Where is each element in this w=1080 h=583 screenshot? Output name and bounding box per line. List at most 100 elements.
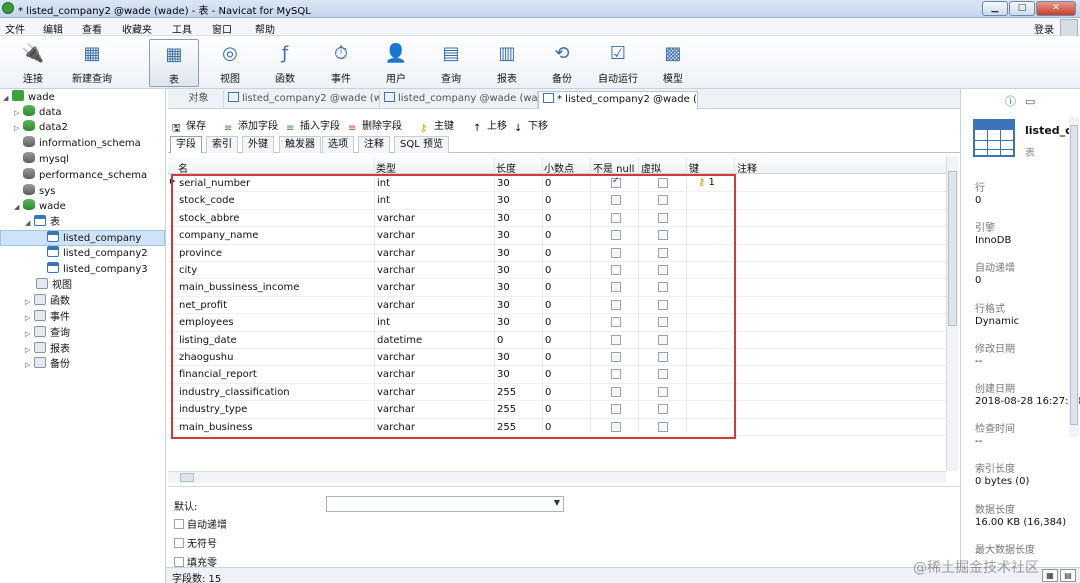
menu-window[interactable]: 窗口 — [212, 21, 232, 36]
subtab-comments[interactable]: 注释 — [358, 136, 390, 153]
tree-table-listed-company2[interactable]: listed_company2 — [47, 246, 148, 262]
grid-vertical-scrollbar[interactable] — [946, 157, 958, 471]
menu-view[interactable]: 查看 — [82, 21, 102, 36]
tree-db-wade[interactable]: ◢ wade — [14, 199, 66, 215]
toolbar-backup-button[interactable]: ⟲ 备份 — [537, 39, 587, 87]
minimize-button[interactable]: ▁ — [982, 1, 1008, 16]
toolbar-model-button[interactable]: ▩ 模型 — [648, 39, 698, 87]
collapse-arrow-icon[interactable]: ▷ — [25, 342, 34, 358]
tree-backups[interactable]: ▷ 备份 — [25, 357, 70, 373]
col-header-name[interactable]: 名 — [178, 160, 188, 175]
menu-tools[interactable]: 工具 — [172, 21, 192, 36]
close-button[interactable]: ✕ — [1036, 1, 1076, 16]
expand-arrow-icon[interactable]: ◢ — [14, 199, 23, 215]
subtab-foreign-keys[interactable]: 外键 — [242, 136, 274, 153]
tree-events[interactable]: ▷ 事件 — [25, 310, 70, 326]
tree-tables-group[interactable]: ◢ 表 — [25, 215, 60, 231]
move-down-button[interactable]: ↓ 下移 — [514, 117, 548, 134]
toolbar-new-query-button[interactable]: ▦ 新建查询 — [67, 39, 117, 87]
save-icon: 🖫 — [172, 123, 181, 134]
subtab-indexes[interactable]: 索引 — [206, 136, 238, 153]
toolbar-query-button[interactable]: ▤ 查询 — [426, 39, 476, 87]
col-header-comment[interactable]: 注释 — [737, 160, 757, 175]
auto-increment-option[interactable]: 自动递增 — [174, 516, 227, 531]
maximize-button[interactable]: □ — [1009, 1, 1035, 16]
toolbar-automation-button[interactable]: ☑ 自动运行 — [592, 39, 644, 87]
collapse-arrow-icon[interactable]: ▷ — [14, 120, 23, 136]
auto-increment-checkbox[interactable] — [174, 519, 184, 529]
tree-db-information-schema[interactable]: information_schema — [23, 136, 141, 152]
info-panel-scrollbar[interactable] — [1069, 117, 1079, 437]
insert-field-button[interactable]: ≡ 插入字段 — [286, 117, 340, 134]
move-up-button[interactable]: ↑ 上移 — [473, 117, 507, 134]
tab-listed-company[interactable]: listed_company @wade (wa... — [380, 91, 538, 109]
tab-listed-company2[interactable]: listed_company2 @wade (w... — [224, 91, 380, 109]
scrollbar-thumb[interactable] — [180, 473, 194, 482]
menu-favorites[interactable]: 收藏夹 — [122, 21, 152, 36]
table-large-icon — [973, 119, 1015, 157]
collapse-arrow-icon[interactable]: ▷ — [25, 357, 34, 373]
default-value-select[interactable]: ▼ — [326, 496, 564, 512]
subtab-options[interactable]: 选项 — [322, 136, 354, 153]
col-header-decimals[interactable]: 小数点 — [544, 160, 574, 175]
backup-icon: ⟲ — [554, 43, 570, 64]
tree-connection-wade[interactable]: ◢ wade — [3, 90, 55, 106]
zerofill-checkbox[interactable] — [174, 557, 184, 567]
add-field-button[interactable]: ≡ 添加字段 — [224, 117, 278, 134]
collapse-arrow-icon[interactable]: ▷ — [25, 294, 34, 310]
col-header-not-null[interactable]: 不是 null — [593, 160, 634, 175]
expand-arrow-icon[interactable]: ◢ — [3, 90, 12, 106]
info-icon[interactable]: ⓘ — [1005, 95, 1016, 108]
tree-db-data2[interactable]: ▷ data2 — [14, 120, 68, 136]
tree-db-mysql[interactable]: mysql — [23, 152, 69, 168]
col-header-length[interactable]: 长度 — [496, 160, 516, 175]
col-header-type[interactable]: 类型 — [376, 160, 396, 175]
main-toolbar: 🔌 连接 ▦ 新建查询 ▦ 表 ◎ 视图 ƒ 函数 ⏱ 事件 👤 用户 ▤ 查询 ▥ 报表 ⟲ 备份… — [0, 36, 1080, 89]
toolbar-user-button[interactable]: 👤 用户 — [371, 39, 421, 87]
menu-edit[interactable]: 编辑 — [43, 21, 63, 36]
grid-view-icon[interactable]: ▦ — [1042, 569, 1058, 582]
tree-db-data[interactable]: ▷ data — [14, 105, 62, 121]
tab-objects[interactable]: 对象 — [174, 91, 224, 109]
collapse-arrow-icon[interactable]: ▷ — [25, 310, 34, 326]
tab-listed-company2-design[interactable]: * listed_company2 @wade (... — [538, 91, 698, 109]
toolbar-connect-button[interactable]: 🔌 连接 — [8, 39, 58, 87]
menu-help[interactable]: 帮助 — [255, 21, 275, 36]
collapse-arrow-icon[interactable]: ▷ — [14, 105, 23, 121]
highlight-box — [171, 174, 736, 439]
user-avatar-icon[interactable] — [1060, 19, 1078, 37]
ddl-icon[interactable]: ▭ — [1025, 95, 1035, 108]
menu-file[interactable]: 文件 — [5, 21, 25, 36]
col-header-key[interactable]: 键 — [689, 160, 699, 175]
tree-table-listed-company3[interactable]: listed_company3 — [47, 262, 148, 278]
unsigned-checkbox[interactable] — [174, 538, 184, 548]
toolbar-event-button[interactable]: ⏱ 事件 — [316, 39, 366, 87]
toolbar-report-button[interactable]: ▥ 报表 — [482, 39, 532, 87]
tree-queries[interactable]: ▷ 查询 — [25, 326, 70, 342]
expand-arrow-icon[interactable]: ◢ — [25, 215, 34, 231]
toolbar-table-button[interactable]: ▦ 表 — [149, 39, 199, 87]
delete-field-button[interactable]: ≡ 删除字段 — [348, 117, 402, 134]
tree-reports[interactable]: ▷ 报表 — [25, 342, 70, 358]
form-view-icon[interactable]: ▤ — [1060, 569, 1076, 582]
collapse-arrow-icon[interactable]: ▷ — [25, 326, 34, 342]
tree-views[interactable]: 视图 — [36, 278, 72, 294]
primary-key-button[interactable]: ⚷ 主键 — [420, 117, 454, 134]
table-icon — [47, 246, 59, 257]
col-header-virtual[interactable]: 虚拟 — [641, 160, 661, 175]
subtab-fields[interactable]: 字段 — [170, 136, 202, 153]
unsigned-option[interactable]: 无符号 — [174, 535, 217, 550]
tree-db-performance-schema[interactable]: performance_schema — [23, 168, 147, 184]
scrollbar-thumb[interactable] — [948, 171, 957, 326]
tree-functions[interactable]: ▷ 函数 — [25, 294, 70, 310]
save-button[interactable]: 🖫 保存 — [172, 117, 206, 134]
subtab-sql-preview[interactable]: SQL 预览 — [394, 136, 449, 153]
scrollbar-thumb[interactable] — [1070, 125, 1078, 425]
login-link[interactable]: 登录 — [1034, 21, 1054, 36]
grid-horizontal-scrollbar[interactable] — [168, 471, 946, 483]
toolbar-view-button[interactable]: ◎ 视图 — [205, 39, 255, 87]
tree-table-listed-company[interactable]: listed_company — [0, 230, 165, 246]
tree-db-sys[interactable]: sys — [23, 184, 55, 200]
toolbar-function-button[interactable]: ƒ 函数 — [260, 39, 310, 87]
subtab-triggers[interactable]: 触发器 — [279, 136, 321, 153]
